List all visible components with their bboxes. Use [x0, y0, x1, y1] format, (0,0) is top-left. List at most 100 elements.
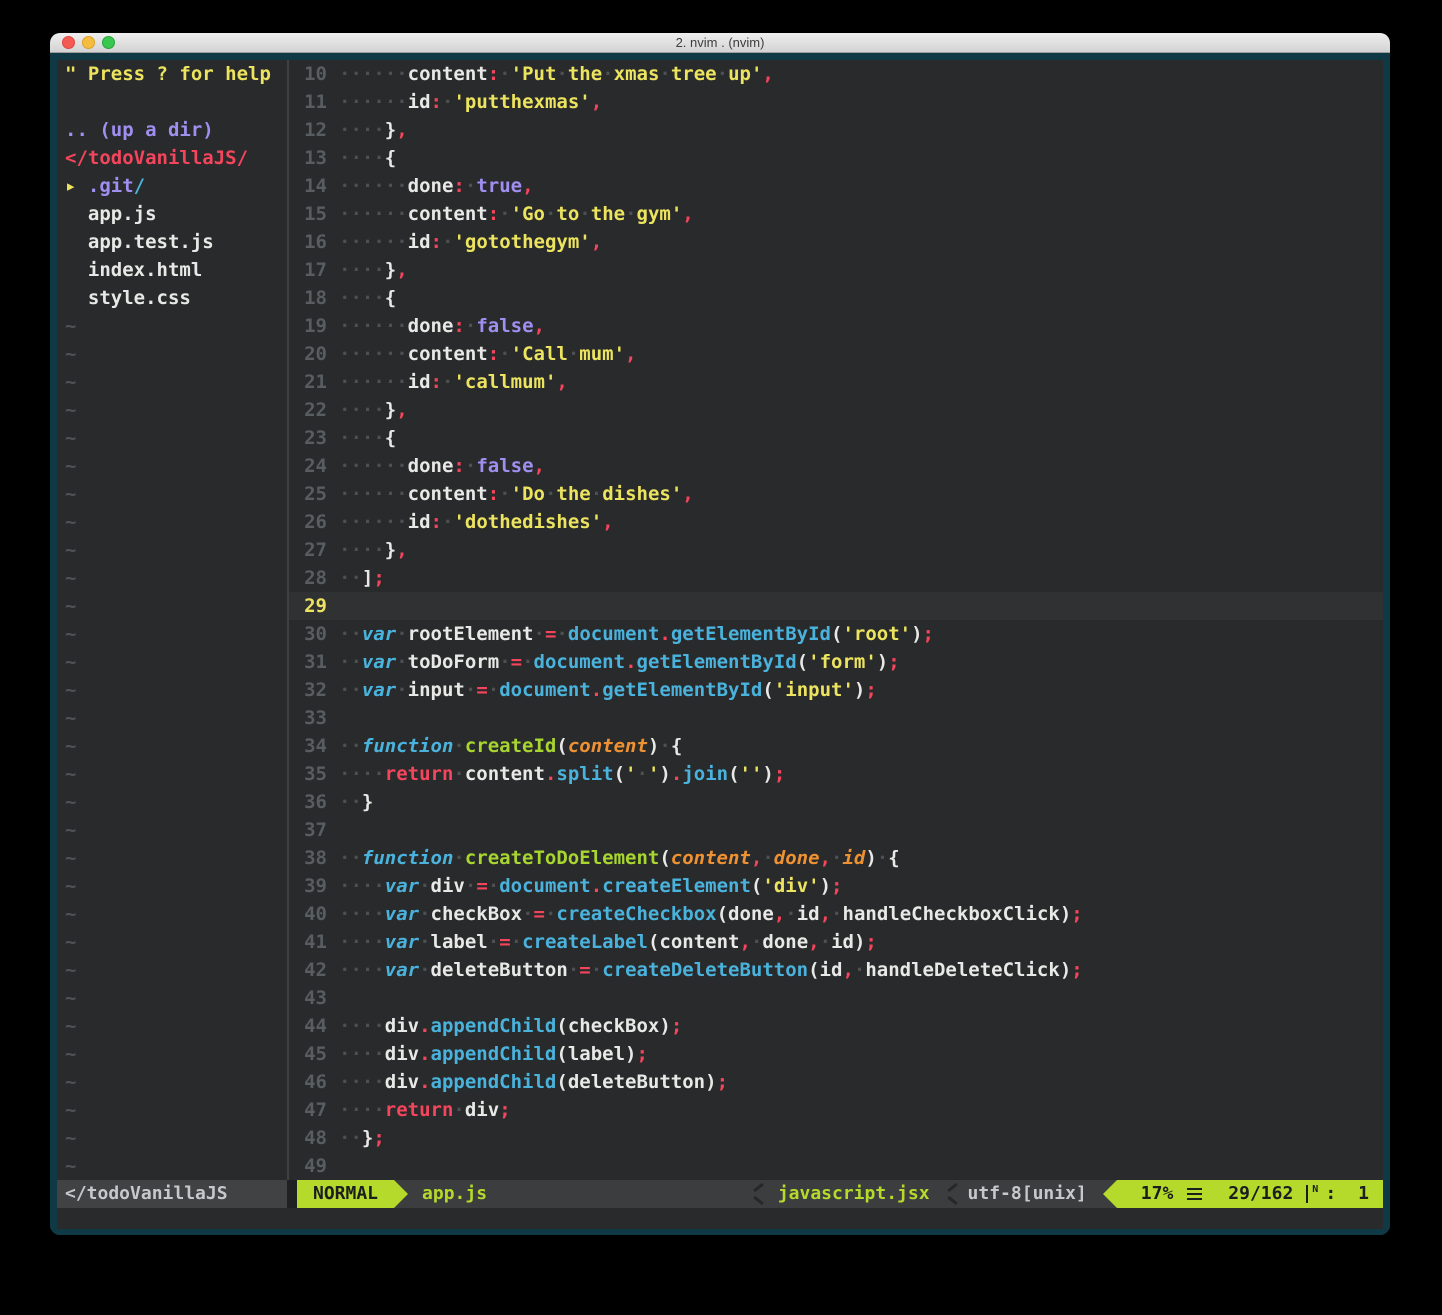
code-line[interactable]: 16······id:·'gotothegym',	[289, 228, 1383, 256]
code-token: var	[385, 928, 419, 956]
whitespace-dots: ·	[556, 620, 567, 648]
close-button[interactable]	[62, 36, 75, 49]
code-line[interactable]: 26······id:·'dothedishes',	[289, 508, 1383, 536]
code-line[interactable]: 18····{	[289, 284, 1383, 312]
code-line[interactable]: 36··}	[289, 788, 1383, 816]
code-token: (	[751, 872, 762, 900]
tree-line[interactable]: ▸ .git/	[57, 172, 287, 200]
code-token: document	[499, 872, 591, 900]
code-line[interactable]: 11······id:·'putthexmas',	[289, 88, 1383, 116]
code-token: )	[1060, 956, 1071, 984]
code-token: ,	[591, 88, 602, 116]
code-line[interactable]: 15······content:·'Go·to·the·gym',	[289, 200, 1383, 228]
command-line[interactable]	[57, 1208, 1383, 1229]
zoom-button[interactable]	[102, 36, 115, 49]
titlebar[interactable]: 2. nvim . (nvim)	[50, 33, 1390, 53]
code-line[interactable]: 10······content:·'Put·the·xmas·tree·up',	[289, 60, 1383, 88]
code-line[interactable]: 14······done:·true,	[289, 172, 1383, 200]
code-token: var	[385, 900, 419, 928]
nerdtree-sidebar[interactable]: " Press ? for help .. (up a dir)</todoVan…	[57, 60, 287, 1180]
code-line[interactable]: 40····var·checkBox·=·createCheckbox(done…	[289, 900, 1383, 928]
code-line[interactable]: 49	[289, 1152, 1383, 1180]
code-token: )	[865, 844, 876, 872]
line-number: 39	[293, 872, 327, 900]
minimize-button[interactable]	[82, 36, 95, 49]
code-line[interactable]: 41····var·label·=·createLabel(content,·d…	[289, 928, 1383, 956]
tree-line[interactable]: " Press ? for help	[57, 60, 287, 88]
tilde-marker: ~	[65, 1012, 76, 1040]
whitespace-dots: ·	[499, 648, 510, 676]
code-line[interactable]: 25······content:·'Do·the·dishes',	[289, 480, 1383, 508]
tree-line[interactable]: app.test.js	[57, 228, 287, 256]
code-token: :	[431, 508, 442, 536]
code-line[interactable]: 23····{	[289, 424, 1383, 452]
tree-line[interactable]: index.html	[57, 256, 287, 284]
encoding-label: utf-8[unix]	[968, 1180, 1087, 1208]
whitespace-dots: ·	[831, 900, 842, 928]
tilde-marker: ~	[65, 564, 76, 592]
code-token: ;	[373, 1124, 384, 1152]
empty-buffer-tilde: ~	[57, 1152, 287, 1180]
code-line[interactable]: 32··var·input·=·document.getElementById(…	[289, 676, 1383, 704]
code-token: id	[408, 508, 431, 536]
code-line[interactable]: 48··};	[289, 1124, 1383, 1152]
code-line[interactable]: 42····var·deleteButton·=·createDeleteBut…	[289, 956, 1383, 984]
code-line[interactable]: 31··var·toDoForm·=·document.getElementBy…	[289, 648, 1383, 676]
code-line[interactable]: 33	[289, 704, 1383, 732]
code-token: toDoForm	[408, 648, 500, 676]
code-line[interactable]: 12····},	[289, 116, 1383, 144]
code-line[interactable]: 45····div.appendChild(label);	[289, 1040, 1383, 1068]
tree-blank-line	[57, 88, 287, 116]
code-token: the	[568, 60, 602, 88]
code-line-cursor[interactable]: 29	[289, 592, 1383, 620]
code-line[interactable]: 37	[289, 816, 1383, 844]
tree-line[interactable]: style.css	[57, 284, 287, 312]
tree-line[interactable]: </todoVanillaJS/	[57, 144, 287, 172]
line-number: 46	[293, 1068, 327, 1096]
code-token: .	[419, 1012, 430, 1040]
code-line[interactable]: 28··];	[289, 564, 1383, 592]
code-line[interactable]: 22····},	[289, 396, 1383, 424]
whitespace-dots: ·	[854, 956, 865, 984]
line-number: 41	[293, 928, 327, 956]
code-token: 'Do	[511, 480, 545, 508]
code-line[interactable]: 30··var·rootElement·=·document.getElemen…	[289, 620, 1383, 648]
tilde-marker: ~	[65, 368, 76, 396]
code-line[interactable]: 43	[289, 984, 1383, 1012]
tree-token: style.css	[65, 284, 191, 312]
tilde-marker: ~	[65, 1152, 76, 1180]
tree-line[interactable]: app.js	[57, 200, 287, 228]
buffer-lines-icon	[1187, 1188, 1202, 1200]
code-line[interactable]: 27····},	[289, 536, 1383, 564]
code-buffer[interactable]: 10······content:·'Put·the·xmas·tree·up',…	[289, 60, 1383, 1180]
code-line[interactable]: 20······content:·'Call·mum',	[289, 340, 1383, 368]
code-line[interactable]: 46····div.appendChild(deleteButton);	[289, 1068, 1383, 1096]
code-token: id	[820, 956, 843, 984]
code-line[interactable]: 44····div.appendChild(checkBox);	[289, 1012, 1383, 1040]
whitespace-dots: ······	[339, 340, 408, 368]
code-line[interactable]: 34··function·createId(content)·{	[289, 732, 1383, 760]
code-line[interactable]: 17····},	[289, 256, 1383, 284]
code-line[interactable]: 35····return·content.split('·').join('')…	[289, 760, 1383, 788]
code-token: {	[385, 284, 396, 312]
code-token: the	[591, 200, 625, 228]
line-number: 10	[293, 60, 327, 88]
code-line[interactable]: 19······done:·false,	[289, 312, 1383, 340]
whitespace-dots: ······	[339, 228, 408, 256]
whitespace-dots: ·	[831, 844, 842, 872]
empty-buffer-tilde: ~	[57, 872, 287, 900]
code-token: (	[808, 956, 819, 984]
code-token: getElementById	[602, 676, 762, 704]
code-line[interactable]: 47····return·div;	[289, 1096, 1383, 1124]
tree-line[interactable]: .. (up a dir)	[57, 116, 287, 144]
code-token: id	[797, 900, 820, 928]
code-line[interactable]: 13····{	[289, 144, 1383, 172]
whitespace-dots: ·	[453, 844, 464, 872]
code-token: return	[385, 1096, 454, 1124]
line-number: 28	[293, 564, 327, 592]
code-line[interactable]: 39····var·div·=·document.createElement('…	[289, 872, 1383, 900]
code-line[interactable]: 38··function·createToDoElement(content,·…	[289, 844, 1383, 872]
code-line[interactable]: 24······done:·false,	[289, 452, 1383, 480]
code-token: done	[408, 452, 454, 480]
code-line[interactable]: 21······id:·'callmum',	[289, 368, 1383, 396]
